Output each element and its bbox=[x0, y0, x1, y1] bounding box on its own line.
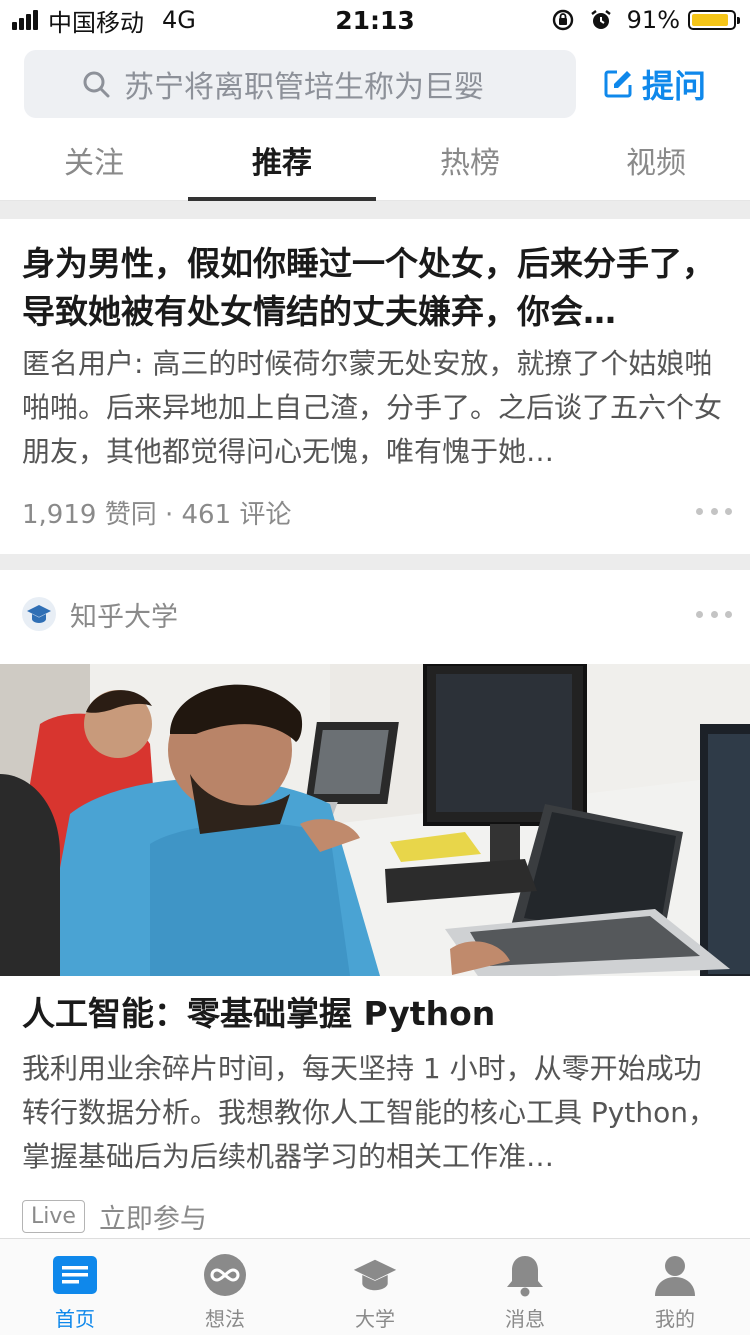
edit-icon bbox=[604, 70, 632, 98]
live-badge: Live bbox=[22, 1199, 85, 1233]
graduation-cap-icon bbox=[22, 597, 56, 631]
nav-home[interactable]: 首页 bbox=[0, 1239, 150, 1335]
tab-follow[interactable]: 关注 bbox=[0, 130, 188, 200]
battery-level bbox=[692, 14, 729, 26]
live-row: Live 立即参与 bbox=[22, 1196, 207, 1236]
source-name: 知乎大学 bbox=[70, 601, 178, 633]
nav-profile[interactable]: 我的 bbox=[600, 1239, 750, 1335]
battery-percent: 91% bbox=[626, 6, 680, 34]
graduation-cap-icon bbox=[353, 1253, 397, 1297]
feed-tabs: 关注 推荐 热榜 视频 bbox=[0, 130, 750, 201]
home-icon bbox=[53, 1253, 97, 1297]
card-excerpt[interactable]: 匿名用户: 高三的时候荷尔蒙无处安放，就撩了个姑娘啪啪啪。后来异地加上自己渣，分… bbox=[22, 342, 728, 474]
nav-label: 想法 bbox=[205, 1307, 245, 1331]
profile-icon bbox=[653, 1253, 697, 1297]
search-placeholder: 苏宁将离职管培生称为巨婴 bbox=[124, 70, 484, 105]
card-title[interactable]: 身为男性，假如你睡过一个处女，后来分手了，导致她被有处女情结的丈夫嫌弃，你会… bbox=[22, 240, 728, 336]
search-input[interactable]: 苏宁将离职管培生称为巨婴 bbox=[24, 50, 576, 118]
tab-hot-list[interactable]: 热榜 bbox=[376, 130, 564, 200]
battery-icon bbox=[688, 10, 740, 30]
status-right: 91% bbox=[551, 6, 740, 34]
card-source[interactable]: 知乎大学 bbox=[22, 596, 178, 633]
nav-messages[interactable]: 消息 bbox=[450, 1239, 600, 1335]
card-meta: 1,919 赞同 · 461 评论 bbox=[22, 500, 292, 530]
card-title[interactable]: 人工智能：零基础掌握 Python bbox=[22, 990, 728, 1038]
rotation-lock-icon bbox=[551, 8, 575, 32]
nav-label: 首页 bbox=[55, 1307, 95, 1331]
bottom-nav: 首页 想法 大学 消息 我的 bbox=[0, 1238, 750, 1335]
tab-recommend[interactable]: 推荐 bbox=[188, 130, 376, 201]
search-icon bbox=[83, 71, 110, 98]
ask-question-label: 提问 bbox=[642, 67, 707, 105]
nav-university[interactable]: 大学 bbox=[300, 1239, 450, 1335]
bell-icon bbox=[503, 1253, 547, 1297]
ask-question-button[interactable]: 提问 bbox=[602, 60, 706, 108]
divider bbox=[0, 554, 750, 570]
idea-icon bbox=[203, 1253, 247, 1297]
card-excerpt[interactable]: 我利用业余碎片时间，每天坚持 1 小时，从零开始成功转行数据分析。我想教你人工智… bbox=[22, 1047, 728, 1179]
course-cover-image[interactable] bbox=[0, 664, 750, 976]
divider bbox=[0, 201, 750, 219]
join-now-link[interactable]: 立即参与 bbox=[99, 1197, 207, 1236]
status-bar: 中国移动 4G 21:13 91% bbox=[0, 0, 750, 40]
more-options-icon[interactable] bbox=[696, 506, 732, 516]
nav-label: 大学 bbox=[355, 1307, 395, 1331]
nav-label: 消息 bbox=[505, 1307, 545, 1331]
alarm-icon bbox=[589, 8, 613, 32]
nav-label: 我的 bbox=[655, 1307, 695, 1331]
more-options-icon[interactable] bbox=[696, 609, 732, 619]
tab-video[interactable]: 视频 bbox=[562, 130, 750, 200]
nav-ideas[interactable]: 想法 bbox=[150, 1239, 300, 1335]
